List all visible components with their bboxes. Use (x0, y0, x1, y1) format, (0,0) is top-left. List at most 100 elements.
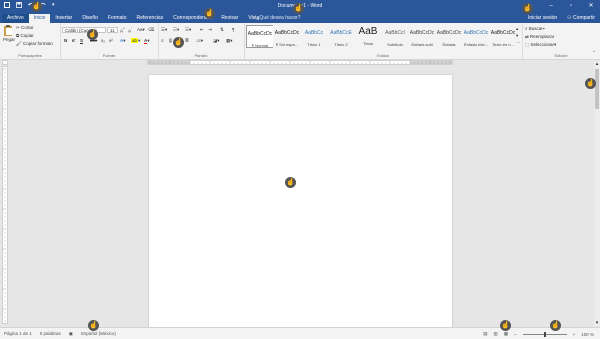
copy-button[interactable]: ⧉ Copiar (16, 33, 34, 38)
bold-button[interactable]: N (64, 38, 67, 43)
style-name: Título 2 (334, 42, 348, 47)
multilevel-list-button[interactable]: ☵▾ (185, 27, 191, 33)
clear-formatting-icon[interactable]: ⌫ (148, 27, 154, 33)
style-option[interactable]: AaBbCcDc ¶ Normal (246, 25, 274, 48)
tab-5[interactable]: Referencias (132, 14, 169, 23)
style-name: Texto en n... (492, 42, 514, 47)
decrease-indent-icon[interactable]: ⇤ (200, 27, 204, 33)
styles-scroll-down-icon[interactable]: ▾ (516, 33, 518, 39)
minimize-icon[interactable]: – (546, 2, 556, 10)
magnifier-icon: ⌕ (525, 26, 528, 31)
style-option[interactable]: AaBbCcE Título 2 (327, 25, 355, 48)
align-center-icon[interactable]: ≡ (169, 38, 172, 43)
cursor-marker: ☝ (500, 320, 511, 331)
superscript-button[interactable]: x² (109, 38, 113, 43)
zoom-slider[interactable] (522, 331, 567, 337)
numbering-button[interactable]: ☷▾ (173, 27, 179, 33)
justify-icon[interactable]: ≣ (185, 38, 189, 44)
font-group-label: Fuente (102, 53, 116, 58)
tab-2[interactable]: Insertar (50, 14, 77, 23)
font-size-select[interactable]: 11 (107, 27, 118, 33)
cut-label: Cortar (21, 25, 34, 30)
numbering-icon: ☷ (173, 27, 178, 32)
italic-button[interactable]: K (72, 38, 75, 43)
language-indicator[interactable]: Español (México) (81, 331, 116, 337)
horizontal-ruler[interactable] (147, 60, 453, 65)
vertical-ruler[interactable] (2, 66, 8, 324)
line-spacing-button[interactable]: ↕≡▾ (196, 38, 203, 44)
zoom-out-icon[interactable]: – (514, 332, 517, 337)
format-painter-button[interactable]: 🖌 Copiar formato (16, 41, 53, 47)
style-option[interactable]: AaBbCcDc Texto en n... (489, 25, 517, 48)
bullets-button[interactable]: ☰▾ (161, 27, 167, 33)
read-mode-icon[interactable]: ▤ (483, 331, 487, 337)
styles-group-label: Estilos (377, 53, 389, 58)
borders-button[interactable]: ▦▾ (226, 38, 233, 44)
font-name-select[interactable]: Calibri (Cuerpo) (62, 27, 106, 33)
shrink-font-button[interactable]: Aˇ (128, 27, 132, 34)
style-option[interactable]: AaBbCcDc ¶ Sin espa... (273, 25, 301, 48)
status-left: Página 1 de 1 0 palabras ▣ Español (Méxi… (4, 331, 116, 337)
document-page[interactable] (149, 75, 452, 328)
tab-3[interactable]: Diseño (77, 14, 103, 23)
clipboard-group: Pegar ✂ Cortar ⧉ Copiar 🖌 Copiar formato… (0, 23, 61, 59)
tab-7[interactable]: Revisar (216, 14, 243, 23)
proofing-icon[interactable]: ▣ (69, 331, 73, 337)
ribbon-tabs: Archivo Inicio Insertar Diseño Formato Refere… (2, 14, 264, 23)
style-option[interactable]: AaBbCc Título 1 (300, 25, 328, 48)
collapse-ribbon-icon[interactable]: ⌃ (592, 50, 596, 56)
replace-button[interactable]: ⇄ Reemplazar (525, 34, 554, 40)
tell-me-box[interactable]: ◌ ¿Qué desea hacer? (252, 15, 301, 21)
tab-4[interactable]: Formato (103, 14, 132, 23)
find-button[interactable]: ⌕ Buscar▾ (525, 26, 545, 31)
paragraph-group-label: Párrafo (194, 53, 208, 58)
styles-scroll-up-icon[interactable]: ▴ (516, 26, 518, 32)
highlight-button[interactable]: ab▾ (131, 38, 140, 44)
grow-font-button[interactable]: A^ (120, 27, 125, 34)
zoom-level[interactable]: 100 % (581, 332, 594, 337)
sort-icon[interactable]: ⇅ (220, 27, 224, 33)
cut-button[interactable]: ✂ Cortar (16, 25, 34, 31)
print-layout-icon[interactable]: ▥ (494, 331, 498, 337)
sign-in-link[interactable]: Iniciar sesión (528, 15, 557, 21)
font-color-button[interactable]: A▾ (144, 38, 150, 44)
select-button[interactable]: ⬚ Seleccionar▾ (525, 42, 556, 48)
scroll-thumb[interactable] (595, 69, 599, 109)
page-count[interactable]: Página 1 de 1 (4, 331, 32, 337)
change-case-button[interactable]: Aa▾ (137, 27, 145, 33)
clipboard-icon (4, 25, 12, 36)
style-option[interactable]: AaB Título (354, 25, 382, 48)
ruler-toggle-icon[interactable] (2, 60, 8, 65)
zoom-in-icon[interactable]: + (573, 332, 576, 337)
shading-button[interactable]: ◪▾ (213, 38, 220, 44)
text-effects-button[interactable]: A▾ (120, 38, 126, 44)
maximize-icon[interactable]: ▫ (566, 2, 576, 10)
tab-1[interactable]: Inicio (28, 14, 51, 23)
tab-0[interactable]: Archivo (2, 14, 29, 23)
cursor-marker: ☝ (293, 3, 304, 14)
web-layout-icon[interactable]: ▦ (504, 331, 508, 337)
word-count[interactable]: 0 palabras (40, 331, 61, 337)
show-marks-icon[interactable]: ¶ (232, 27, 234, 32)
close-icon[interactable]: ✕ (586, 2, 596, 10)
paste-button[interactable]: Pegar (3, 25, 15, 42)
subscript-button[interactable]: x₂ (101, 38, 105, 43)
increase-indent-icon[interactable]: ⇥ (208, 27, 212, 33)
style-option[interactable]: AaBbCcI Subtítulo (381, 25, 409, 48)
style-sample: AaBbCcDc (436, 30, 462, 36)
vertical-scrollbar[interactable]: ▴ ▾ (594, 61, 600, 326)
status-right: ▤ ▥ ▦ – + 100 % (483, 331, 594, 337)
share-button[interactable]: ⚇ Compartir (567, 15, 595, 21)
style-option[interactable]: AaBbCcDc Énfasis sutil (408, 25, 436, 48)
person-icon: ⚇ (567, 15, 572, 21)
align-left-icon[interactable]: ≡ (161, 38, 164, 43)
scroll-up-icon[interactable]: ▴ (594, 61, 600, 67)
styles-more-icon[interactable]: ⋯ (516, 40, 521, 46)
style-sample: AaBbCcI (385, 30, 405, 36)
style-name: Título 1 (307, 42, 321, 47)
style-option[interactable]: AaBbCcDc Énfasis (435, 25, 463, 48)
style-option[interactable]: AaBbCcDc Énfasis inte... (462, 25, 490, 48)
cursor-marker: ☝ (88, 320, 99, 331)
scroll-down-icon[interactable]: ▾ (594, 320, 600, 326)
underline-button[interactable]: S (80, 38, 83, 43)
